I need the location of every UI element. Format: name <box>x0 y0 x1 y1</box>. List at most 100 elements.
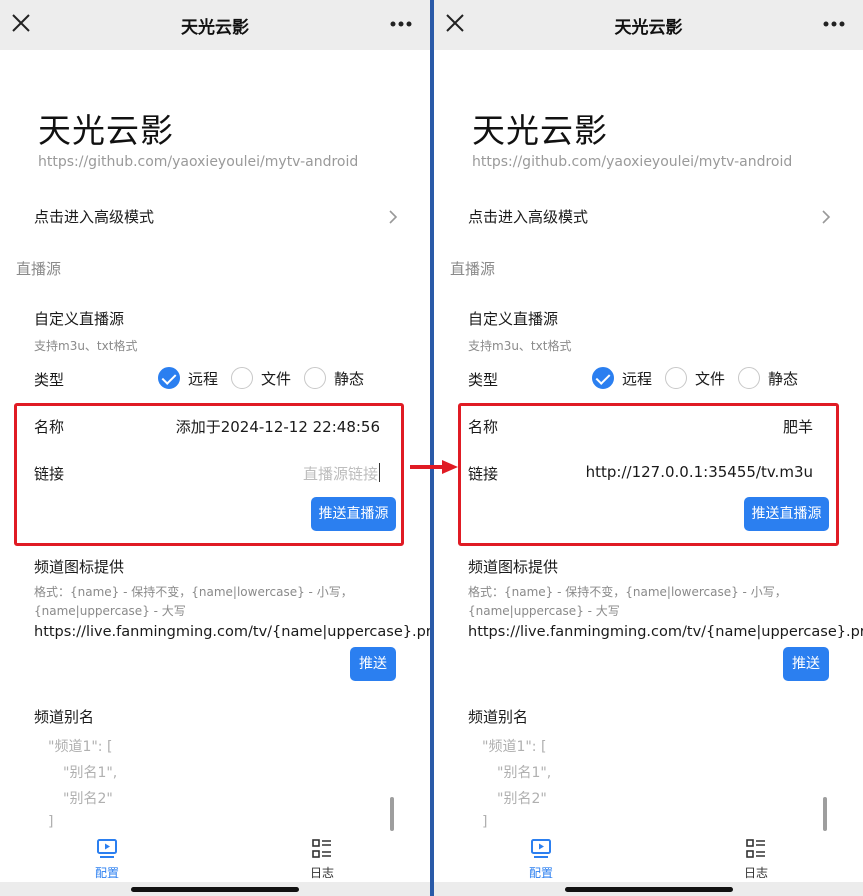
radio-file[interactable]: 文件 <box>231 366 291 390</box>
radio-remote[interactable]: 远程 <box>592 366 652 390</box>
radio-static[interactable]: 静态 <box>304 366 364 390</box>
alias-line: "别名1", <box>63 765 118 781</box>
radio-file-label: 文件 <box>695 369 726 388</box>
advanced-mode-label: 点击进入高级模式 <box>468 208 589 226</box>
radio-circle-icon <box>231 367 253 389</box>
arrow-right-icon <box>410 460 458 474</box>
section-header-live-source: 直播源 <box>450 260 496 278</box>
custom-source-subtitle: 支持m3u、txt格式 <box>34 339 138 353</box>
check-icon <box>592 367 614 389</box>
title-bar: 天光云影 <box>0 0 430 50</box>
channel-logo-title: 频道图标提供 <box>468 558 559 576</box>
format-line: {name|uppercase} - 大写 <box>468 604 620 618</box>
check-icon <box>158 367 180 389</box>
scrollbar[interactable] <box>823 797 827 831</box>
home-indicator <box>131 887 299 892</box>
repo-link[interactable]: https://github.com/yaoxieyoulei/mytv-and… <box>472 154 792 170</box>
screen-before: 天光云影 天光云影 https://github.com/yaoxieyoule… <box>0 0 430 896</box>
format-line: 格式：{name} - 保持不变，{name|lowercase} - 小写， <box>34 585 353 599</box>
alias-line: "频道1": [ <box>48 739 113 755</box>
channel-logo-format: 格式：{name} - 保持不变，{name|lowercase} - 小写， … <box>34 583 364 621</box>
bottom-nav: 配置 日志 <box>0 832 430 896</box>
radio-remote[interactable]: 远程 <box>158 366 218 390</box>
log-icon <box>312 839 331 858</box>
radio-static-label: 静态 <box>334 369 365 388</box>
channel-logo-format: 格式：{name} - 保持不变，{name|lowercase} - 小写， … <box>468 583 798 621</box>
custom-source-title: 自定义直播源 <box>468 310 559 328</box>
name-value[interactable]: 肥羊 <box>783 416 813 437</box>
nav-log[interactable]: 日志 <box>292 838 352 881</box>
link-placeholder: 直播源链接 <box>302 465 378 483</box>
custom-source-subtitle: 支持m3u、txt格式 <box>468 339 572 353</box>
push-logo-button[interactable]: 推送 <box>350 647 396 681</box>
nav-log[interactable]: 日志 <box>726 838 786 881</box>
alias-line: ] <box>482 814 488 830</box>
log-icon <box>746 839 765 858</box>
channel-alias-editor[interactable]: "频道1": [ "别名1", "别名2" ] <box>468 734 798 834</box>
radio-file-label: 文件 <box>261 369 292 388</box>
channel-logo-url-input[interactable]: https://live.fanmingming.com/tv/{name|up… <box>468 624 863 640</box>
type-label: 类型 <box>468 371 499 389</box>
repo-link[interactable]: https://github.com/yaoxieyoulei/mytv-and… <box>38 154 358 170</box>
name-field-row[interactable]: 名称 添加于2024-12-12 22:48:56 <box>34 416 380 440</box>
bottom-nav: 配置 日志 <box>434 832 863 896</box>
config-icon <box>531 839 551 858</box>
text-caret <box>379 463 380 482</box>
nav-config-label: 配置 <box>528 866 553 880</box>
alias-line: "别名1", <box>497 765 552 781</box>
link-input[interactable]: http://127.0.0.1:35455/tv.m3u <box>586 463 813 481</box>
link-field-row[interactable]: 链接 直播源链接 <box>34 463 380 487</box>
radio-remote-label: 远程 <box>622 369 653 388</box>
name-label: 名称 <box>34 418 65 436</box>
advanced-mode-label: 点击进入高级模式 <box>34 208 155 226</box>
channel-alias-editor[interactable]: "频道1": [ "别名1", "别名2" ] <box>34 734 364 834</box>
channel-logo-url-input[interactable]: https://live.fanmingming.com/tv/{name|up… <box>34 624 430 640</box>
type-selector: 类型 远程 文件 静态 <box>34 366 410 392</box>
more-icon[interactable] <box>823 21 845 27</box>
advanced-mode-row[interactable]: 点击进入高级模式 <box>34 206 398 232</box>
nav-config[interactable]: 配置 <box>511 838 571 881</box>
window-title: 天光云影 <box>614 18 683 38</box>
link-input[interactable]: 直播源链接 <box>303 463 380 484</box>
alias-line: "别名2" <box>497 791 547 807</box>
link-field-row[interactable]: 链接 http://127.0.0.1:35455/tv.m3u <box>468 463 813 487</box>
channel-logo-title: 频道图标提供 <box>34 558 125 576</box>
name-field-row[interactable]: 名称 肥羊 <box>468 416 813 440</box>
title-bar: 天光云影 <box>434 0 863 50</box>
push-live-source-button[interactable]: 推送直播源 <box>744 497 829 531</box>
custom-source-title: 自定义直播源 <box>34 310 125 328</box>
push-live-source-button[interactable]: 推送直播源 <box>311 497 396 531</box>
link-label: 链接 <box>468 465 499 483</box>
alias-line: ] <box>48 814 54 830</box>
alias-line: "别名2" <box>63 791 113 807</box>
channel-alias-title: 频道别名 <box>34 708 95 726</box>
channel-alias-title: 频道别名 <box>468 708 529 726</box>
radio-static[interactable]: 静态 <box>738 366 798 390</box>
radio-circle-icon <box>738 367 760 389</box>
radio-circle-icon <box>304 367 326 389</box>
chevron-right-icon <box>822 210 831 224</box>
radio-static-label: 静态 <box>768 369 799 388</box>
window-title: 天光云影 <box>181 18 249 38</box>
format-line: 格式：{name} - 保持不变，{name|lowercase} - 小写， <box>468 585 787 599</box>
nav-config[interactable]: 配置 <box>77 838 137 881</box>
home-indicator <box>564 887 733 892</box>
screen-after: 天光云影 天光云影 https://github.com/yaoxieyoule… <box>434 0 863 896</box>
chevron-right-icon <box>389 210 398 224</box>
nav-log-label: 日志 <box>743 866 768 880</box>
push-logo-button[interactable]: 推送 <box>783 647 829 681</box>
config-icon <box>97 839 117 858</box>
name-label: 名称 <box>468 418 499 436</box>
nav-config-label: 配置 <box>94 866 119 880</box>
scrollbar[interactable] <box>390 797 394 831</box>
more-icon[interactable] <box>390 21 412 27</box>
radio-remote-label: 远程 <box>188 369 219 388</box>
radio-circle-icon <box>665 367 687 389</box>
advanced-mode-row[interactable]: 点击进入高级模式 <box>468 206 831 232</box>
radio-file[interactable]: 文件 <box>665 366 725 390</box>
alias-line: "频道1": [ <box>482 739 547 755</box>
name-value[interactable]: 添加于2024-12-12 22:48:56 <box>176 416 380 437</box>
format-line: {name|uppercase} - 大写 <box>34 604 186 618</box>
brand-title: 天光云影 <box>472 111 608 150</box>
section-header-live-source: 直播源 <box>16 260 62 278</box>
